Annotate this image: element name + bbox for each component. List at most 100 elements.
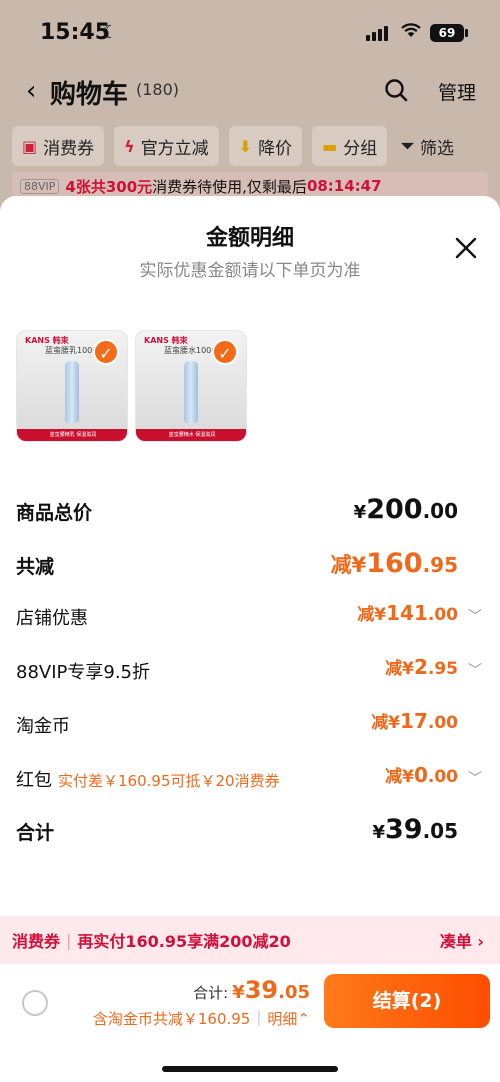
checkout-button[interactable]: 结算(2) <box>324 974 490 1028</box>
divider: | <box>256 1008 262 1026</box>
chevron-down-icon[interactable]: ﹀ <box>468 660 482 680</box>
row-vip-discount[interactable]: 88VIP专享9.5折 减¥ 2 .95 ﹀ <box>16 654 486 688</box>
row-value: 减¥ 160 .95 <box>331 548 458 579</box>
coupon-icon: ▣ <box>22 136 38 156</box>
discount-summary-text: 含淘金币共减￥160.95 <box>92 1010 251 1028</box>
lightning-icon: ϟ <box>124 136 135 156</box>
coupon-text: 再实付160.95享满200减20 <box>77 932 291 951</box>
search-icon[interactable] <box>384 78 408 102</box>
cellular-signal-icon <box>366 26 388 41</box>
checkmark-icon[interactable]: ✓ <box>212 339 238 365</box>
filter-price-drop[interactable]: ⬇ 降价 <box>228 126 303 166</box>
amount-integer: 39 <box>244 976 279 1004</box>
total-line: 合计: ¥ 39 .05 <box>193 976 310 1004</box>
product-thumbnail[interactable]: KANS 韩束 蓝蛮腰乳100ml 蓝蛮腰精乳 保湿滋润 ✓ <box>16 330 128 442</box>
product-strip: 蓝蛮腰精乳 保湿滋润 <box>17 429 127 441</box>
amount-decimal: .00 <box>427 713 458 733</box>
amount-decimal: .05 <box>278 982 310 1003</box>
filter-bar: ▣ 消费券 ϟ 官方立减 ⬇ 降价 ▬ 分组 ⏷ 筛选 <box>0 122 500 170</box>
status-time: 15:45 <box>40 20 111 45</box>
cart-header: ‹ 购物车 (180) 管理 <box>0 66 500 114</box>
reduce-prefix: 减¥ <box>357 605 387 625</box>
down-arrow-icon: ⬇ <box>238 136 253 156</box>
reduce-prefix: 减¥ <box>385 659 414 679</box>
cart-page-background: 15:45 ☾ 69 ‹ 购物车 (180) 管理 ▣ 消费券 ϟ 官方立减 ⬇… <box>0 0 500 220</box>
row-value: 减¥ 0 .00 <box>385 762 458 787</box>
detail-toggle[interactable]: 明细⌃ <box>267 1008 310 1029</box>
sheet-title: 金额明细 <box>205 226 294 251</box>
filter-label: 消费券 <box>43 138 95 159</box>
row-red-packet[interactable]: 红包 实付差￥160.95可抵￥20消费券 减¥ 0 .00 ﹀ <box>16 762 486 796</box>
row-value: 减¥ 2 .95 <box>385 654 458 679</box>
row-value: ¥ 39 .05 <box>372 814 458 845</box>
folder-icon: ▬ <box>322 136 338 156</box>
amount-integer: 39 <box>384 814 423 845</box>
status-bar: 15:45 ☾ 69 <box>0 0 500 62</box>
funnel-icon: ⏷ <box>401 136 415 155</box>
product-bottle-image <box>65 361 79 423</box>
promo-timer: 08:14:47 <box>306 177 382 195</box>
amount-decimal: .00 <box>427 767 458 787</box>
promo-text: 消费券待使用,仅剩最后 <box>152 177 307 196</box>
page-title: 购物车 <box>50 80 129 110</box>
filter-label: 官方立减 <box>140 138 209 159</box>
total-label: 合计: <box>193 984 229 1002</box>
add-items-link[interactable]: 凑单 › <box>440 928 484 952</box>
filter-label: 筛选 <box>420 138 455 159</box>
coupon-bar[interactable]: 消费券 | 再实付160.95享满200减20 凑单 › <box>0 916 500 964</box>
vip-tag: 88VIP <box>20 178 60 194</box>
filter-group[interactable]: ▬ 分组 <box>312 126 388 166</box>
row-label: 88VIP专享9.5折 <box>16 662 151 683</box>
row-sum: 合计 ¥ 39 .05 <box>16 814 486 848</box>
coupon-label: 消费券 <box>12 932 61 951</box>
red-packet-note: 实付差￥160.95可抵￥20消费券 <box>58 772 280 790</box>
amount-decimal: .00 <box>427 605 458 625</box>
row-label: 淘金币 <box>16 716 70 737</box>
promo-highlight: 4张共300元 <box>65 177 153 196</box>
filter-label: 分组 <box>343 138 378 159</box>
amount-integer: 160 <box>366 548 423 579</box>
currency-symbol: ¥ <box>232 982 245 1003</box>
row-label: 合计 <box>16 822 55 844</box>
amount-decimal: .95 <box>422 553 458 577</box>
red-packet-label: 红包 <box>16 770 52 791</box>
chevron-down-icon[interactable]: ﹀ <box>468 606 482 626</box>
filter-screen[interactable]: ⏷ 筛选 <box>397 126 458 166</box>
select-all-radio[interactable] <box>22 990 48 1016</box>
row-label: 商品总价 <box>16 502 93 524</box>
total-value: ¥ 39 .05 <box>232 976 310 1004</box>
cart-count: (180) <box>136 80 180 99</box>
row-value: 减¥ 17 .00 <box>371 708 458 733</box>
filter-coupon[interactable]: ▣ 消费券 <box>12 126 105 166</box>
close-icon[interactable] <box>454 236 478 260</box>
row-label: 店铺优惠 <box>16 608 88 629</box>
filter-official-discount[interactable]: ϟ 官方立减 <box>114 126 219 166</box>
amount-decimal: .00 <box>422 499 458 523</box>
battery-icon: 69 <box>430 24 468 42</box>
checkout-bar: 合计: ¥ 39 .05 含淘金币共减￥160.95 | 明细⌃ 结算(2) <box>0 964 500 1082</box>
row-label: 红包 实付差￥160.95可抵￥20消费券 <box>16 766 280 792</box>
currency-symbol: ¥ <box>353 502 367 523</box>
currency-symbol: ¥ <box>372 822 385 843</box>
amount-integer: 17 <box>400 709 428 733</box>
amount-integer: 2 <box>413 655 428 679</box>
back-arrow-icon[interactable]: ‹ <box>26 76 36 106</box>
reduce-prefix: 减¥ <box>385 767 414 787</box>
discount-summary: 含淘金币共减￥160.95 | 明细⌃ <box>93 1008 310 1029</box>
moon-icon: ☾ <box>102 22 119 43</box>
reduce-prefix: 减¥ <box>371 713 401 733</box>
filter-label: 降价 <box>258 138 293 159</box>
manage-button[interactable]: 管理 <box>438 78 476 105</box>
row-total-reduce: 共减 减¥ 160 .95 <box>16 548 486 582</box>
product-thumbnail[interactable]: KANS 韩束 蓝蛮腰水100ml 蓝蛮腰精水 保湿滋润 ✓ <box>135 330 247 442</box>
amount-decimal: .95 <box>427 659 458 679</box>
row-store-discount[interactable]: 店铺优惠 减¥ 141 .00 ﹀ <box>16 600 486 634</box>
row-total-price: 商品总价 ¥ 200 .00 <box>16 494 486 528</box>
row-value: ¥ 200 .00 <box>354 494 458 525</box>
product-strip: 蓝蛮腰精水 保湿滋润 <box>136 429 246 441</box>
divider: | <box>66 930 72 950</box>
row-value: 减¥ 141 .00 <box>357 600 458 625</box>
sheet-subtitle: 实际优惠金额请以下单页为准 <box>139 261 361 281</box>
chevron-down-icon[interactable]: ﹀ <box>468 768 482 788</box>
checkmark-icon[interactable]: ✓ <box>93 339 119 365</box>
